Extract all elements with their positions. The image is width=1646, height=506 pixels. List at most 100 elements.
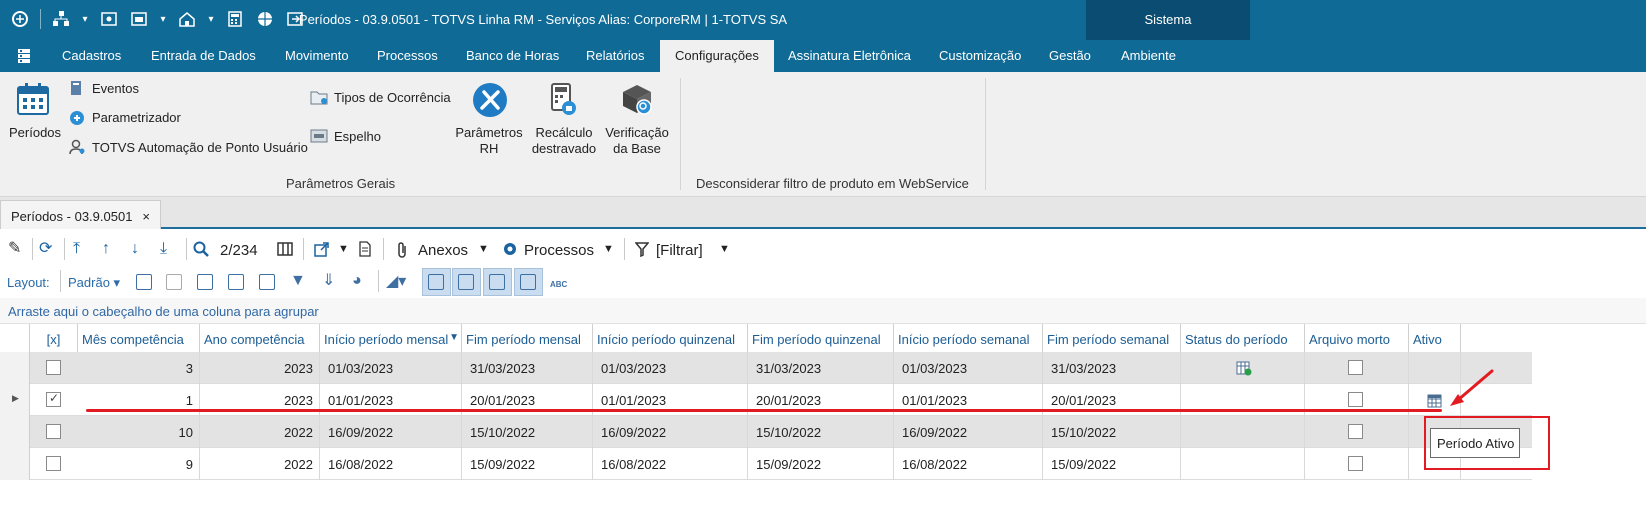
menu-ambiente[interactable]: Ambiente xyxy=(1121,48,1176,63)
annotation-arrow-icon xyxy=(1450,369,1494,406)
eventos-icon[interactable] xyxy=(69,80,83,99)
move-down-icon[interactable] xyxy=(259,274,275,290)
group-by-area[interactable]: Arraste aqui o cabeçalho de uma coluna p… xyxy=(0,298,1646,324)
mirror-icon[interactable] xyxy=(310,128,328,147)
verificacao-line1: Verificação xyxy=(605,125,669,140)
cell-fim-semanal: 15/10/2022 xyxy=(1043,416,1181,448)
first-record-icon[interactable]: ⤒ xyxy=(73,241,80,257)
tipos-ocorrencia-button[interactable]: Tipos de Ocorrência xyxy=(334,90,451,105)
menu-assinatura-eletronica[interactable]: Assinatura Eletrônica xyxy=(788,48,911,63)
header-fim-periodo-semanal[interactable]: Fim período semanal xyxy=(1043,324,1181,354)
table-row[interactable]: 10 2022 16/09/2022 15/10/2022 16/09/2022… xyxy=(0,416,1532,448)
menu-bar: Cadastros Entrada de Dados Movimento Pro… xyxy=(0,40,1646,72)
header-select[interactable]: [x] xyxy=(30,324,78,354)
refresh-icon[interactable]: ⟳ xyxy=(39,241,52,257)
header-inicio-periodo-mensal[interactable]: Início período mensal ▼ xyxy=(320,324,462,354)
chevron-down-icon[interactable]: ▼ xyxy=(603,243,614,255)
header-inicio-periodo-semanal[interactable]: Início período semanal xyxy=(894,324,1043,354)
arquivo-morto-checkbox[interactable] xyxy=(1348,456,1363,471)
menu-cadastros[interactable]: Cadastros xyxy=(62,48,121,63)
parametros-rh-button[interactable]: Parâmetros RH xyxy=(452,125,526,157)
folder-icon[interactable] xyxy=(310,89,328,108)
document-icon[interactable] xyxy=(358,241,372,261)
table-row[interactable]: 3 2023 01/03/2023 31/03/2023 01/03/2023 … xyxy=(0,352,1532,384)
next-record-icon[interactable]: ↓ xyxy=(131,241,139,257)
parametrizador-icon[interactable] xyxy=(69,110,85,129)
pin-icon[interactable]: ⇓ xyxy=(322,273,335,289)
header-fim-periodo-quinzenal[interactable]: Fim período quinzenal xyxy=(748,324,894,354)
layout-select[interactable]: Padrão ▾ xyxy=(68,275,120,291)
move-up-icon[interactable] xyxy=(228,274,244,290)
row-indicator xyxy=(0,352,30,384)
recalculo-line2: destravado xyxy=(531,141,597,156)
menu-relatorios[interactable]: Relatórios xyxy=(586,48,645,63)
chevron-down-icon[interactable]: ▼ xyxy=(478,243,489,255)
chevron-down-icon[interactable]: ▼ xyxy=(338,243,349,255)
gear-icon[interactable] xyxy=(502,241,518,261)
arquivo-morto-checkbox[interactable] xyxy=(1348,360,1363,375)
recalc-icon[interactable] xyxy=(548,82,578,121)
recalculo-button[interactable]: Recálculo destravado xyxy=(528,125,600,157)
tab-periodos[interactable]: Períodos - 03.9.0501 × xyxy=(0,200,162,229)
menu-movimento[interactable]: Movimento xyxy=(285,48,349,63)
search-icon[interactable] xyxy=(193,241,209,261)
chart-icon[interactable]: ◢▾ xyxy=(386,274,406,290)
tools-icon[interactable] xyxy=(472,82,508,121)
shapes-icon[interactable]: ◕ xyxy=(352,273,362,289)
header-indicator xyxy=(0,324,30,354)
user-gear-icon[interactable] xyxy=(69,139,85,158)
cell-mes: 10 xyxy=(78,416,200,448)
menu-customizacao[interactable]: Customização xyxy=(939,48,1021,63)
columns-icon[interactable] xyxy=(277,241,293,261)
filtrar-button[interactable]: [Filtrar] xyxy=(656,242,703,259)
paperclip-icon[interactable] xyxy=(396,241,408,263)
periodos-button[interactable]: Períodos xyxy=(9,125,61,140)
parametrizador-button[interactable]: Parametrizador xyxy=(92,110,181,125)
header-fim-periodo-mensal[interactable]: Fim período mensal xyxy=(462,324,593,354)
menu-banco-de-horas[interactable]: Banco de Horas xyxy=(466,48,559,63)
previous-record-icon[interactable]: ↑ xyxy=(102,241,110,257)
app-menu-icon[interactable] xyxy=(16,47,32,68)
row-checkbox[interactable] xyxy=(46,360,61,375)
row-checkbox[interactable] xyxy=(46,391,61,407)
menu-gestao[interactable]: Gestão xyxy=(1049,48,1091,63)
cell-mes: 3 xyxy=(78,352,200,384)
header-inicio-periodo-quinzenal[interactable]: Início período quinzenal xyxy=(593,324,748,354)
menu-configuracoes[interactable]: Configurações xyxy=(660,40,774,72)
cell-fim-mensal: 15/09/2022 xyxy=(462,448,593,480)
menu-processos[interactable]: Processos xyxy=(377,48,438,63)
database-search-icon[interactable] xyxy=(619,82,655,121)
header-mes-competencia[interactable]: Mês competência xyxy=(78,324,200,354)
menu-entrada-de-dados[interactable]: Entrada de Dados xyxy=(151,48,256,63)
title-bar: ▾ ▾ ▾ Períodos - 03.9.0501 - TOTVS Linha… xyxy=(0,0,1646,40)
arquivo-morto-checkbox[interactable] xyxy=(1348,424,1363,439)
header-ano-competencia[interactable]: Ano competência xyxy=(200,324,320,354)
espelho-button[interactable]: Espelho xyxy=(334,129,381,144)
row-checkbox[interactable] xyxy=(46,456,61,471)
cell-fim-quinzenal: 15/10/2022 xyxy=(748,416,894,448)
header-status-periodo[interactable]: Status do período xyxy=(1181,324,1305,354)
arquivo-morto-checkbox[interactable] xyxy=(1348,392,1363,407)
separator xyxy=(60,270,61,292)
anexos-button[interactable]: Anexos xyxy=(418,242,468,259)
system-label: Sistema xyxy=(1144,12,1192,27)
header-ativo[interactable]: Ativo xyxy=(1409,324,1461,354)
eventos-button[interactable]: Eventos xyxy=(92,81,139,96)
processos-button[interactable]: Processos xyxy=(524,242,594,259)
close-icon[interactable]: × xyxy=(142,209,150,224)
chevron-down-icon[interactable]: ▼ xyxy=(719,243,730,255)
table-row[interactable]: 9 2022 16/08/2022 15/09/2022 16/08/2022 … xyxy=(0,448,1532,480)
add-row-icon[interactable] xyxy=(136,274,152,290)
edit-icon[interactable]: ✎ xyxy=(8,241,21,257)
row-checkbox[interactable] xyxy=(46,424,61,439)
insert-icon[interactable] xyxy=(197,274,213,290)
header-arquivo-morto[interactable]: Arquivo morto xyxy=(1305,324,1409,354)
calendar-icon[interactable] xyxy=(16,82,50,119)
filter-icon[interactable] xyxy=(634,241,650,261)
spellcheck-icon[interactable]: ABC xyxy=(550,277,567,293)
export-icon[interactable] xyxy=(314,241,330,261)
last-record-icon[interactable]: ⤓ xyxy=(160,241,167,257)
verificacao-base-button[interactable]: Verificação da Base xyxy=(601,125,673,157)
totvs-automacao-button[interactable]: TOTVS Automação de Ponto Usuário xyxy=(92,140,308,155)
paint-icon[interactable]: ▼ xyxy=(290,273,306,289)
